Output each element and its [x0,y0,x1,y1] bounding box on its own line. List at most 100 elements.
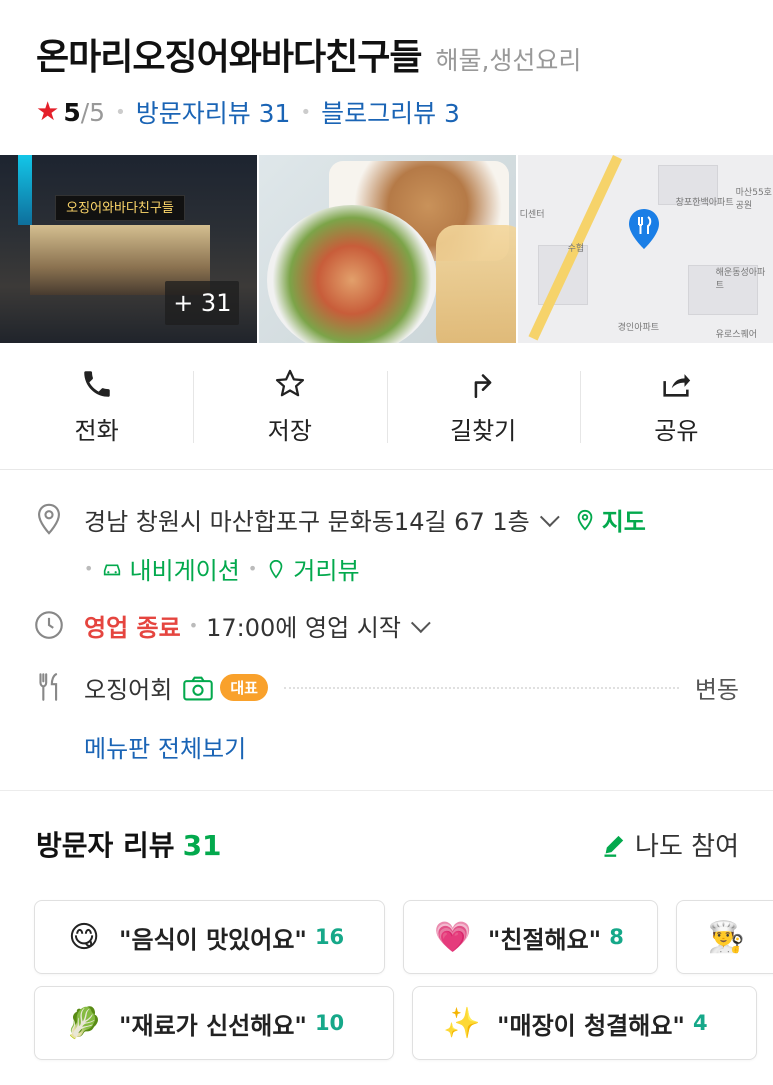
place-header: 온마리오징어와바다친구들 해물,생선요리 ★ 5 /5 • 방문자리뷰 31 •… [36,28,763,130]
share-icon [663,373,691,397]
map-label: 유로스퀘어 [715,330,758,340]
call-label: 전화 [74,416,119,445]
share-button[interactable]: 공유 [579,343,773,469]
opening-time: 17:00에 영업 시작 [206,614,401,642]
chip-text: "친절해요" [487,925,602,954]
menu-item-name: 오징어회 [84,676,173,704]
chip-count: 4 [692,1011,708,1035]
section-divider [0,790,773,791]
review-chip-friendly[interactable]: 💗 "친절해요" 8 [402,900,659,974]
location-pin-icon [38,503,60,535]
heart-icon: 💗 [434,919,472,955]
review-count: 31 [182,829,222,862]
address-sublinks: • 내비게이션 • 거리뷰 [84,551,773,586]
review-chip-partial[interactable]: 👨‍🍳 [676,900,773,974]
phone-icon [83,370,110,397]
map-label: 수협 [567,244,585,254]
map-thumbnail[interactable]: 디센터 창포한백아파트 마산55호공원 수협 해운동성아파트 경인아파트 유로스… [517,155,773,343]
save-label: 저장 [267,416,312,445]
more-photos-badge[interactable]: + 31 [165,281,240,325]
review-header: 방문자 리뷰 31 나도 참여 [36,824,739,864]
menu-row: 오징어회 대표 변동 [84,670,739,705]
chip-count: 16 [314,925,345,949]
clock-icon [35,611,63,639]
save-button[interactable]: 저장 [193,343,386,469]
food-photo[interactable] [259,155,516,343]
chef-icon: 👨‍🍳 [707,919,746,955]
yum-face-icon: 😋 [68,919,100,955]
hours-line[interactable]: 영업 종료 • 17:00에 영업 시작 [84,608,773,643]
map-label: 디센터 [519,210,545,220]
dotted-leader [283,686,679,689]
chip-text: "매장이 청결해요" [497,1011,685,1040]
separator-dot: • [247,559,258,578]
chevron-down-icon[interactable] [410,612,431,633]
call-button[interactable]: 전화 [0,343,193,469]
sparkles-icon: ✨ [443,1005,481,1041]
chip-row: 😋 "음식이 맛있어요" 16 💗 "친절해요" 8 👨‍🍳 [34,900,773,974]
signature-badge: 대표 [220,674,268,701]
street-view-icon [269,559,283,579]
visitor-review-link[interactable]: 방문자리뷰 31 [136,94,291,130]
menu-all-link[interactable]: 메뉴판 전체보기 [84,729,246,764]
chevron-down-icon[interactable] [539,506,560,527]
participate-label: 나도 참여 [635,831,739,862]
beer-glass [435,225,516,343]
chip-text: "재료가 신선해요" [119,1011,307,1040]
hours-section: 영업 종료 • 17:00에 영업 시작 [0,608,773,643]
address-section: 경남 창원시 마산합포구 문화동14길 67 1층 지도 • 내비게이션 • 거… [0,502,773,586]
store-sign: 오징어와바다친구들 [55,195,185,221]
directions-label: 길찾기 [450,416,517,445]
place-title: 온마리오징어와바다친구들 [36,37,422,78]
action-bar: 전화 저장 길찾기 공유 [0,343,773,470]
menu-all-row: 메뉴판 전체보기 [84,729,739,764]
review-title: 방문자 리뷰 [36,829,175,862]
photo-strip: 오징어와바다친구들 + 31 디센터 창포한백아파트 마산55호공원 수협 해운… [0,155,773,343]
address-line: 경남 창원시 마산합포구 문화동14길 67 1층 지도 [84,502,773,537]
map-label: 창포한백아파트 [675,198,734,208]
review-chip-clean[interactable]: ✨ "매장이 청결해요" 4 [412,986,757,1060]
directions-button[interactable]: 길찾기 [386,343,580,469]
map-label: 경인아파트 [617,323,660,333]
map-label: 해운동성아파트 [715,268,766,291]
map-label: 마산55호공원 [735,188,772,211]
directions-arrow-icon [474,373,492,398]
leaf-icon: 🥬 [65,1005,103,1041]
separator-dot: • [115,101,126,123]
navigation-link[interactable]: 내비게이션 [129,551,239,586]
street-view-link[interactable]: 거리뷰 [293,551,359,586]
neon-light [18,155,32,225]
separator-dot: • [188,616,199,635]
fork-knife-icon [39,673,58,701]
star-outline-icon [275,369,304,396]
title-row: 온마리오징어와바다친구들 해물,생선요리 [36,28,763,80]
storefront-photo[interactable]: 오징어와바다친구들 + 31 [0,155,258,343]
chip-text: "음식이 맛있어요" [119,925,307,954]
map-link[interactable]: 지도 [602,502,646,537]
map-pin-green-icon [577,509,593,531]
business-status: 영업 종료 [84,614,181,642]
menu-section: 오징어회 대표 변동 메뉴판 전체보기 [0,670,773,764]
navigation-icon [104,564,121,575]
separator-dot: • [84,559,94,578]
rating-total: /5 [80,97,106,127]
review-chip-fresh[interactable]: 🥬 "재료가 신선해요" 10 [34,986,394,1060]
map-pin-icon [628,209,659,249]
chip-count: 8 [609,925,624,949]
review-chip-tasty[interactable]: 😋 "음식이 맛있어요" 16 [34,900,385,974]
participate-button[interactable]: 나도 참여 [601,826,739,863]
camera-icon[interactable] [182,674,214,702]
review-keyword-chips: 😋 "음식이 맛있어요" 16 💗 "친절해요" 8 👨‍🍳 🥬 "재료가 신선… [34,900,773,1072]
separator-dot: • [300,101,312,123]
rating-row: ★ 5 /5 • 방문자리뷰 31 • 블로그리뷰 3 [36,94,763,130]
address-text[interactable]: 경남 창원시 마산합포구 문화동14길 67 1층 [84,502,530,537]
chip-count: 10 [314,1011,345,1035]
menu-price: 변동 [694,676,739,704]
place-category: 해물,생선요리 [435,46,582,75]
pencil-icon [604,835,624,857]
chip-row: 🥬 "재료가 신선해요" 10 ✨ "매장이 청결해요" 4 [34,986,773,1060]
blog-review-link[interactable]: 블로그리뷰 3 [321,94,460,130]
rating-score: 5 [63,97,81,127]
star-icon: ★ [36,97,60,127]
review-title-wrap: 방문자 리뷰 31 [36,824,222,864]
